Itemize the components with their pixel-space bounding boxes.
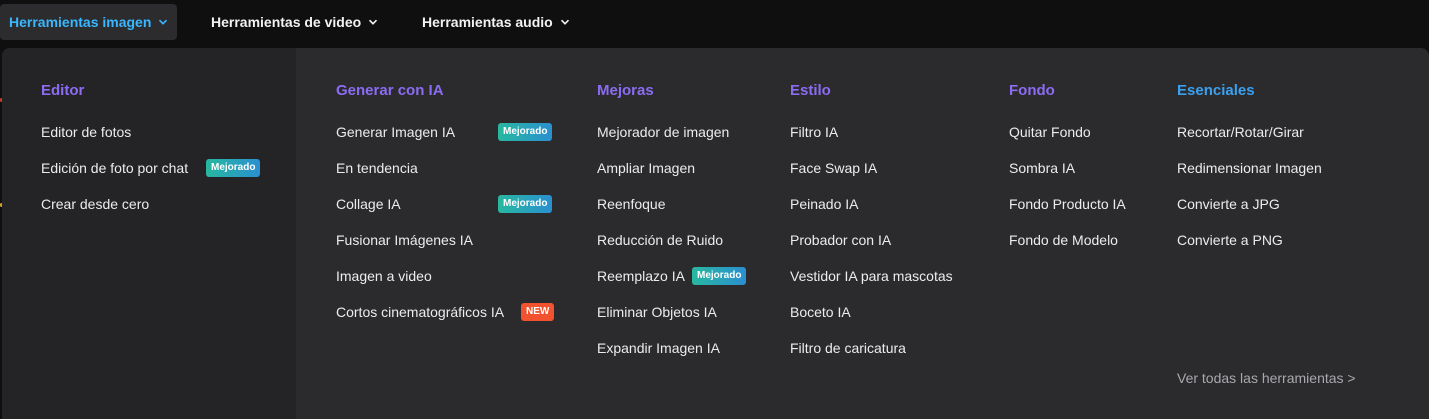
menu-item-boceto[interactable]: Boceto IA	[790, 303, 851, 321]
menu-item-expandir[interactable]: Expandir Imagen IA	[597, 339, 720, 357]
menu-item-fusionar-imagenes[interactable]: Fusionar Imágenes IA	[336, 231, 473, 249]
menu-item-mejorador[interactable]: Mejorador de imagen	[597, 123, 729, 141]
menu-item-imagen-a-video[interactable]: Imagen a video	[336, 267, 432, 285]
improved-badge: Mejorado	[206, 159, 261, 177]
menu-item-fondo-modelo[interactable]: Fondo de Modelo	[1009, 231, 1118, 249]
column-title-fondo: Fondo	[1009, 82, 1055, 99]
menu-item-reenfoque[interactable]: Reenfoque	[597, 195, 666, 213]
menu-item-reemplazo[interactable]: Reemplazo IA	[597, 267, 685, 285]
top-navigation: Herramientas imagen Herramientas de vide…	[0, 0, 1429, 46]
nav-label: Herramientas imagen	[9, 14, 152, 30]
menu-item-png[interactable]: Convierte a PNG	[1177, 231, 1283, 249]
column-title-generar: Generar con IA	[336, 82, 444, 99]
improved-badge: Mejorado	[498, 123, 553, 141]
menu-item-en-tendencia[interactable]: En tendencia	[336, 159, 418, 177]
chevron-down-icon	[369, 19, 378, 25]
menu-item-cortos-cinematograficos[interactable]: Cortos cinematográficos IA	[336, 303, 504, 321]
see-all-tools-link[interactable]: Ver todas las herramientas >	[1177, 370, 1356, 386]
improved-badge: Mejorado	[498, 195, 553, 213]
chevron-down-icon	[560, 19, 569, 25]
column-title-esenciales: Esenciales	[1177, 82, 1255, 99]
menu-item-crear-desde-cero[interactable]: Crear desde cero	[41, 195, 149, 213]
column-title-editor: Editor	[41, 82, 85, 99]
nav-label: Herramientas de video	[211, 14, 362, 30]
column-title-mejoras: Mejoras	[597, 82, 654, 99]
new-badge: NEW	[521, 303, 555, 321]
menu-item-editor-de-fotos[interactable]: Editor de fotos	[41, 123, 131, 141]
nav-herramientas-video[interactable]: Herramientas de video	[211, 4, 378, 40]
menu-item-edicion-por-chat[interactable]: Edición de foto por chat	[41, 159, 188, 177]
menu-item-filtro[interactable]: Filtro IA	[790, 123, 838, 141]
column-title-estilo: Estilo	[790, 82, 831, 99]
menu-item-ampliar[interactable]: Ampliar Imagen	[597, 159, 695, 177]
menu-item-probador[interactable]: Probador con IA	[790, 231, 891, 249]
menu-item-recortar[interactable]: Recortar/Rotar/Girar	[1177, 123, 1304, 141]
improved-badge: Mejorado	[692, 267, 747, 285]
menu-item-collage[interactable]: Collage IA	[336, 195, 401, 213]
menu-item-reduccion-ruido[interactable]: Reducción de Ruido	[597, 231, 723, 249]
menu-item-redimensionar[interactable]: Redimensionar Imagen	[1177, 159, 1322, 177]
menu-item-peinado[interactable]: Peinado IA	[790, 195, 859, 213]
menu-item-eliminar-objetos[interactable]: Eliminar Objetos IA	[597, 303, 717, 321]
menu-item-sombra[interactable]: Sombra IA	[1009, 159, 1075, 177]
menu-item-caricatura[interactable]: Filtro de caricatura	[790, 339, 906, 357]
nav-herramientas-imagen[interactable]: Herramientas imagen	[0, 4, 178, 40]
editor-section	[2, 48, 296, 419]
menu-item-fondo-producto[interactable]: Fondo Producto IA	[1009, 195, 1126, 213]
nav-herramientas-audio[interactable]: Herramientas audio	[422, 4, 570, 40]
mega-menu-panel: Editor Editor de fotos Edición de foto p…	[2, 48, 1429, 419]
menu-item-vestidor-mascotas[interactable]: Vestidor IA para mascotas	[790, 267, 953, 285]
menu-item-quitar-fondo[interactable]: Quitar Fondo	[1009, 123, 1091, 141]
menu-item-jpg[interactable]: Convierte a JPG	[1177, 195, 1280, 213]
nav-label: Herramientas audio	[422, 14, 553, 30]
menu-item-generar-imagen[interactable]: Generar Imagen IA	[336, 123, 455, 141]
chevron-down-icon	[159, 19, 168, 25]
menu-item-face-swap[interactable]: Face Swap IA	[790, 159, 877, 177]
